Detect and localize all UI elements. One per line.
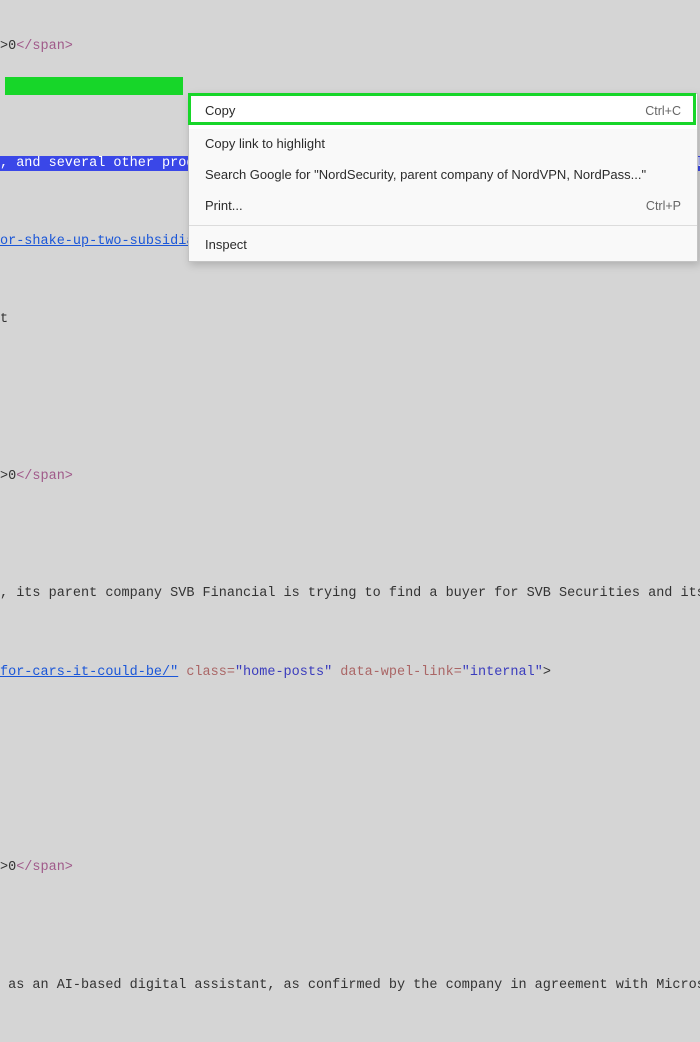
blank-line — [0, 545, 700, 565]
menu-label: Copy link to highlight — [205, 135, 325, 154]
close-tag: </span> — [16, 39, 73, 54]
menu-separator — [189, 225, 697, 226]
menu-item-inspect[interactable]: Inspect — [189, 230, 697, 261]
blank-line — [0, 1015, 700, 1035]
code-text: >0 — [0, 860, 16, 875]
blank-line — [0, 702, 700, 722]
blank-line — [0, 623, 700, 643]
url-fragment[interactable]: for-cars-it-could-be/" — [0, 665, 178, 680]
context-menu[interactable]: Copy Ctrl+C Copy link to highlight Searc… — [188, 93, 698, 262]
code-text: as an AI-based digital assistant, as con… — [0, 978, 700, 993]
attr-name: data-wpel-link= — [332, 665, 462, 680]
blank-line — [0, 936, 700, 956]
code-text: >0 — [0, 39, 16, 54]
attr-value: "home-posts" — [235, 665, 332, 680]
attr-name: class= — [178, 665, 235, 680]
menu-label: Copy — [205, 102, 235, 121]
blank-line — [0, 428, 700, 448]
attr-value: "internal" — [462, 665, 543, 680]
code-line: >0</span> — [0, 37, 700, 57]
code-line: for-cars-it-could-be/" class="home-posts… — [0, 663, 700, 683]
blank-line — [0, 741, 700, 761]
blank-line — [0, 819, 700, 839]
close-tag: </span> — [16, 860, 73, 875]
blank-line — [0, 897, 700, 917]
close-tag: </span> — [16, 469, 73, 484]
code-line: as an AI-based digital assistant, as con… — [0, 976, 700, 996]
menu-item-search-google[interactable]: Search Google for "NordSecurity, parent … — [189, 160, 697, 191]
url-fragment[interactable]: or-shake-up-two-subsidiar — [0, 234, 203, 249]
code-text: t — [0, 312, 8, 327]
menu-shortcut: Ctrl+C — [645, 102, 681, 120]
menu-label: Print... — [205, 197, 243, 216]
code-line: >0</span> — [0, 858, 700, 878]
code-text: , its parent company SVB Financial is tr… — [0, 586, 700, 601]
menu-label: Search Google for "NordSecurity, parent … — [205, 166, 646, 185]
code-line: t — [0, 310, 700, 330]
blank-line — [0, 271, 700, 291]
code-line: , its parent company SVB Financial is tr… — [0, 584, 700, 604]
menu-item-copy-link-highlight[interactable]: Copy link to highlight — [189, 129, 697, 160]
green-highlight-box — [5, 77, 183, 95]
code-line: >0</span> — [0, 467, 700, 487]
blank-line — [0, 506, 700, 526]
blank-line — [0, 780, 700, 800]
blank-line — [0, 389, 700, 409]
blank-line — [0, 350, 700, 370]
menu-item-copy[interactable]: Copy Ctrl+C — [189, 94, 697, 129]
menu-item-print[interactable]: Print... Ctrl+P — [189, 191, 697, 222]
menu-label: Inspect — [205, 236, 247, 255]
code-text: >0 — [0, 469, 16, 484]
menu-shortcut: Ctrl+P — [646, 197, 681, 215]
tag-close: > — [543, 665, 551, 680]
